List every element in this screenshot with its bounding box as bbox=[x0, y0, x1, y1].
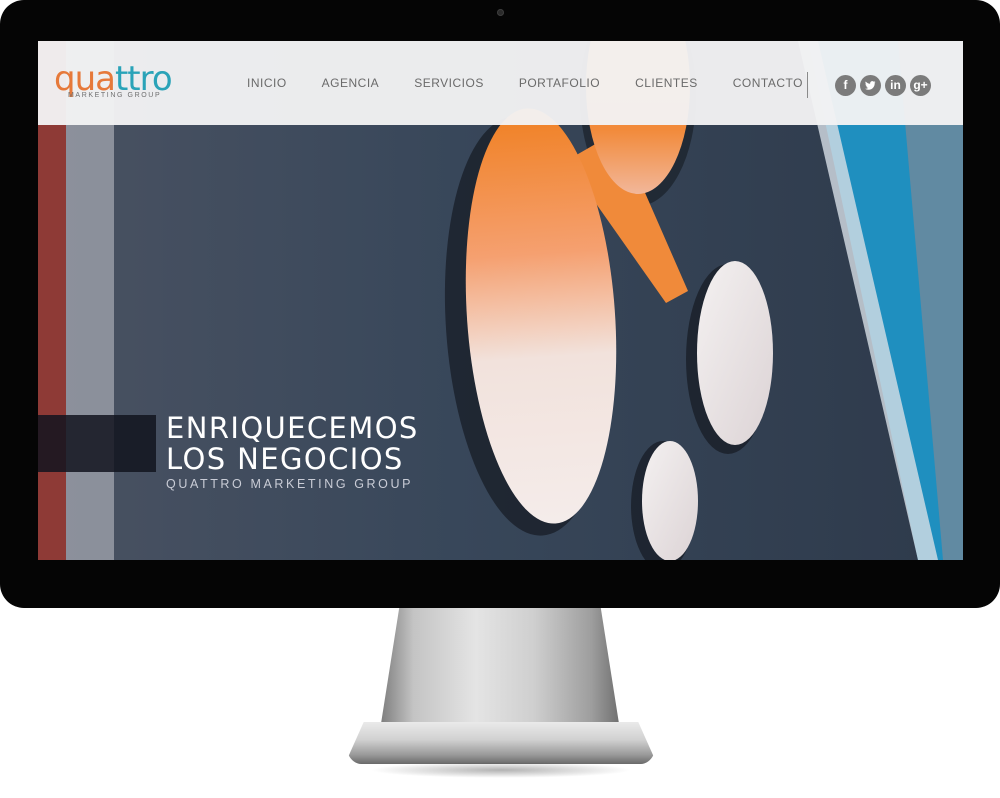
monitor-stand-shadow bbox=[370, 762, 632, 778]
nav-item-clientes[interactable]: CLIENTES bbox=[635, 76, 698, 90]
header-divider bbox=[807, 72, 808, 98]
google-plus-icon[interactable]: g+ bbox=[910, 75, 931, 96]
monitor-bezel: quattro MARKETING GROUP INICIO AGENCIA S… bbox=[0, 0, 1000, 608]
website-screen: quattro MARKETING GROUP INICIO AGENCIA S… bbox=[38, 41, 963, 560]
camera-dot bbox=[497, 9, 504, 16]
nav-item-contacto[interactable]: CONTACTO bbox=[733, 76, 803, 90]
nav-item-servicios[interactable]: SERVICIOS bbox=[414, 76, 484, 90]
logo-tagline: MARKETING GROUP bbox=[68, 92, 162, 99]
facebook-icon[interactable]: f bbox=[835, 75, 856, 96]
twitter-bird-glyph bbox=[865, 81, 876, 90]
hero-headline: ENRIQUECEMOS LOS NEGOCIOS QUATTRO MARKET… bbox=[166, 411, 419, 492]
monitor-stand-base bbox=[345, 722, 657, 764]
main-nav: INICIO AGENCIA SERVICIOS PORTAFOLIO CLIE… bbox=[247, 41, 838, 125]
twitter-icon[interactable] bbox=[860, 75, 881, 96]
linkedin-icon[interactable]: in bbox=[885, 75, 906, 96]
site-header: quattro MARKETING GROUP INICIO AGENCIA S… bbox=[38, 41, 963, 125]
hero-subtitle: QUATTRO MARKETING GROUP bbox=[166, 477, 414, 491]
social-links: f in g+ bbox=[835, 75, 935, 96]
monitor-stand-neck bbox=[380, 608, 620, 730]
nav-item-inicio[interactable]: INICIO bbox=[247, 76, 287, 90]
nav-item-portafolio[interactable]: PORTAFOLIO bbox=[519, 76, 600, 90]
hero-accent-band bbox=[38, 415, 156, 472]
nav-item-agencia[interactable]: AGENCIA bbox=[322, 76, 380, 90]
brand-logo[interactable]: quattro MARKETING GROUP bbox=[54, 61, 174, 103]
hero-line-2: LOS NEGOCIOS bbox=[166, 442, 404, 476]
hero-line-1: ENRIQUECEMOS bbox=[166, 411, 419, 445]
